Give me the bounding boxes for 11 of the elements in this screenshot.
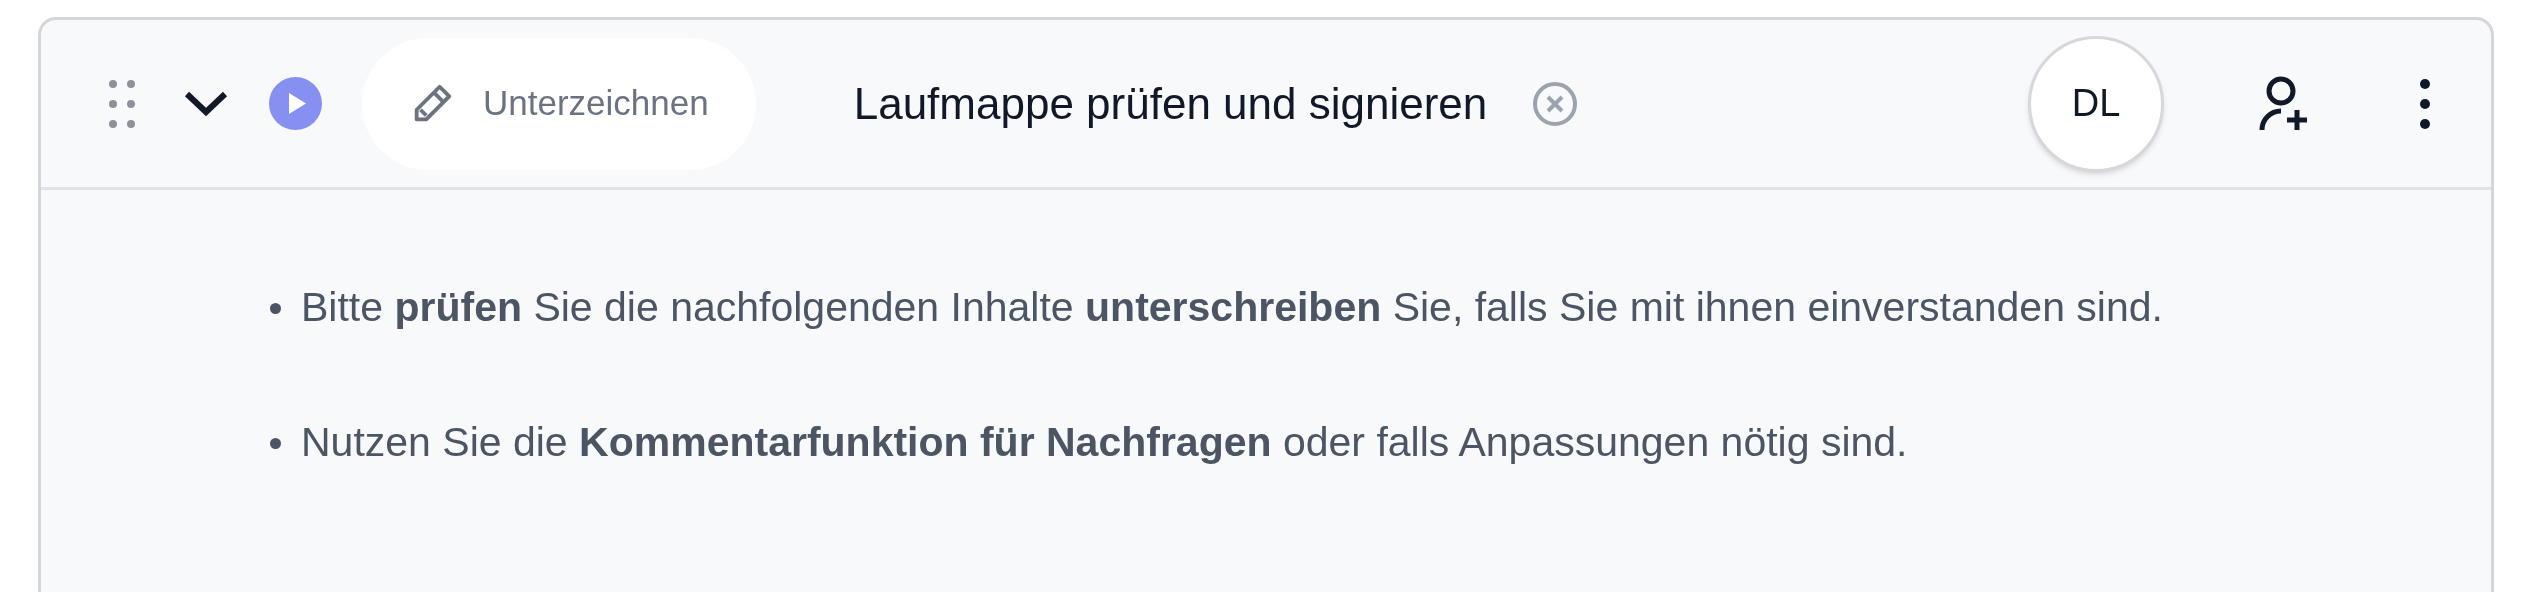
bullet-icon: [270, 438, 281, 449]
bullet-icon: [270, 303, 281, 314]
play-icon[interactable]: [269, 77, 322, 130]
sign-button[interactable]: Unterzeichnen: [362, 37, 756, 170]
drag-handle-icon[interactable]: [109, 79, 135, 128]
chevron-down-icon[interactable]: [183, 89, 229, 118]
more-options-icon[interactable]: [2419, 77, 2431, 130]
task-title: Laufmappe prüfen und signieren: [853, 77, 1488, 130]
instruction-text: Nutzen Sie die Kommentarfunktion für Nachfragen oder falls Anpassungen nötig sind.: [301, 418, 1908, 467]
user-avatar[interactable]: DL: [2028, 35, 2164, 172]
instruction-text: Bitte prüfen Sie die nachfolgenden Inhalte unterschreiben Sie, falls Sie mit ihnen einverstanden sind.: [301, 283, 2163, 332]
